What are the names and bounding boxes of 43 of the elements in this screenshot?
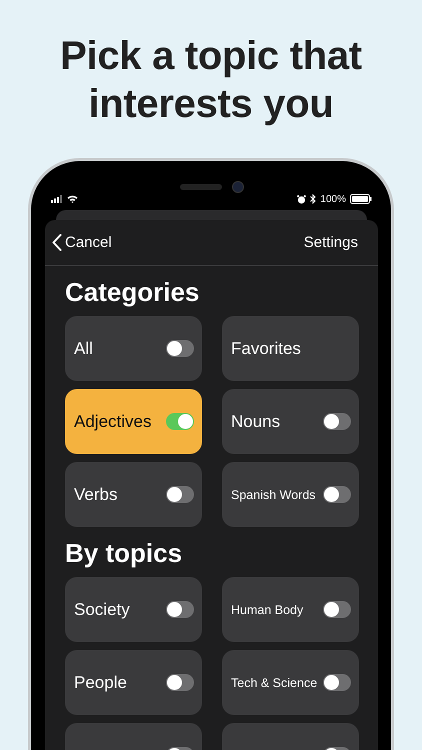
card-label: All bbox=[74, 338, 93, 358]
toggle-switch[interactable] bbox=[166, 674, 194, 691]
category-card[interactable]: Society bbox=[65, 577, 202, 642]
toggle-switch[interactable] bbox=[166, 601, 194, 618]
card-label: Tech & Science bbox=[231, 676, 318, 690]
card-label: Spanish Words bbox=[231, 488, 316, 502]
card-label: Verbs bbox=[74, 484, 118, 504]
toggle-switch[interactable] bbox=[166, 340, 194, 357]
alarm-icon bbox=[297, 194, 306, 204]
card-label: Adjectives bbox=[74, 412, 152, 432]
speaker bbox=[180, 184, 222, 190]
category-card[interactable]: All bbox=[65, 316, 202, 381]
toggle-switch[interactable] bbox=[166, 486, 194, 503]
bluetooth-icon bbox=[310, 194, 316, 204]
battery-icon bbox=[350, 194, 372, 204]
toggle-switch[interactable] bbox=[323, 486, 351, 503]
category-card[interactable]: Favorites bbox=[222, 316, 359, 381]
card-label: Nouns bbox=[231, 412, 280, 432]
category-card[interactable]: People bbox=[65, 650, 202, 715]
signal-icon bbox=[51, 195, 63, 203]
section-title: Categories bbox=[65, 276, 200, 308]
category-card[interactable]: Nouns bbox=[222, 389, 359, 454]
category-card[interactable]: Spanish Words bbox=[222, 462, 359, 527]
chevron-left-icon bbox=[52, 234, 62, 251]
battery-percentage: 100% bbox=[320, 194, 346, 204]
camera bbox=[232, 181, 244, 193]
category-card[interactable]: Tech & Science bbox=[222, 650, 359, 715]
toggle-switch[interactable] bbox=[166, 413, 194, 430]
category-card[interactable]: Adjectives bbox=[65, 389, 202, 454]
card-label: People bbox=[74, 672, 127, 692]
section-title: By topics bbox=[65, 537, 184, 569]
card-label: Favorites bbox=[231, 338, 301, 358]
nav-title: Settings bbox=[304, 234, 358, 251]
card-label: Human Body bbox=[231, 602, 304, 616]
toggle-switch[interactable] bbox=[323, 674, 351, 691]
category-card[interactable]: Verbs bbox=[65, 462, 202, 527]
card-label: Society bbox=[74, 600, 130, 620]
wifi-icon bbox=[67, 195, 78, 203]
headline: Pick a topic that interests you bbox=[59, 33, 363, 128]
toggle-switch[interactable] bbox=[323, 601, 351, 618]
category-card[interactable]: Human Body bbox=[222, 577, 359, 642]
toggle-switch[interactable] bbox=[323, 413, 351, 430]
cancel-button[interactable]: Cancel bbox=[52, 234, 112, 251]
